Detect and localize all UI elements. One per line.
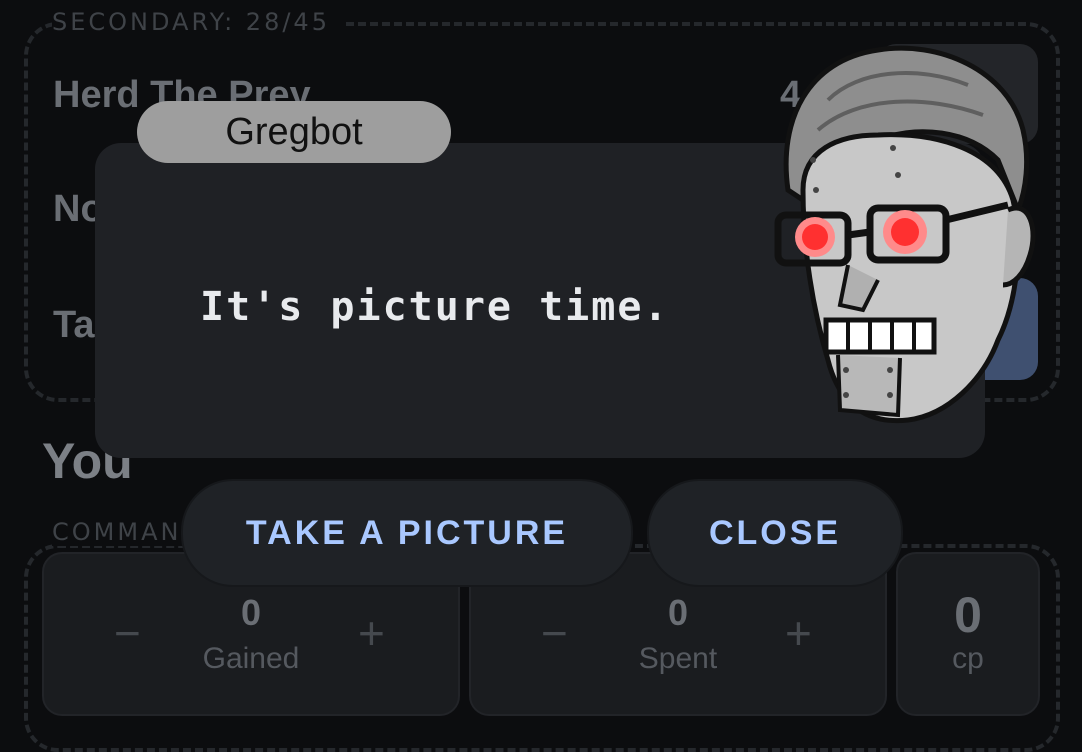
cp-panel: 0 cp [896, 552, 1040, 716]
speaker-name-badge: Gregbot [137, 101, 451, 163]
gained-value: 0 [240, 592, 262, 633]
spent-value: 0 [667, 592, 689, 633]
spent-plus-button[interactable]: + [785, 606, 812, 660]
row-ta: Ta [53, 304, 95, 346]
robot-face-icon [774, 45, 1036, 424]
cp-value: 0 [954, 587, 982, 643]
command-section-label: COMMAN [52, 518, 196, 546]
cp-caption: cp [952, 642, 984, 675]
gained-caption: Gained [202, 642, 300, 675]
spent-caption: Spent [638, 642, 718, 675]
close-button[interactable]: CLOSE [647, 479, 903, 587]
gained-plus-button[interactable]: + [358, 606, 385, 660]
dialog-message: It's picture time. [200, 284, 670, 330]
secondary-section-label: SECONDARY: 28/45 [52, 8, 344, 36]
take-a-picture-button[interactable]: TAKE A PICTURE [181, 479, 633, 587]
